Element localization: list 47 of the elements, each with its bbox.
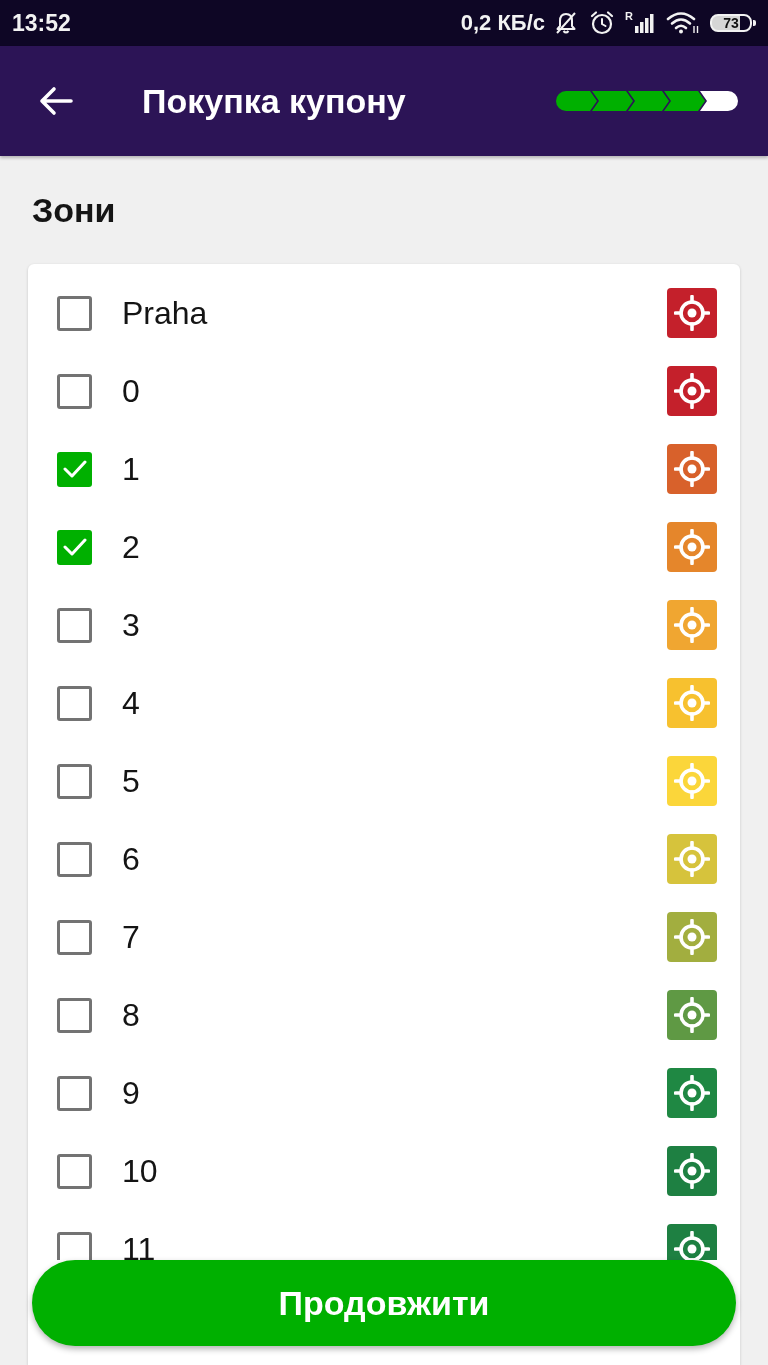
zone-label: 2 xyxy=(122,528,140,566)
signal-icon xyxy=(634,12,656,34)
checkbox[interactable] xyxy=(57,1231,92,1260)
checkbox[interactable] xyxy=(57,607,92,643)
checkbox[interactable] xyxy=(57,1153,92,1189)
zone-label: 3 xyxy=(122,606,140,644)
zone-label: 8 xyxy=(122,996,140,1034)
check-icon xyxy=(62,460,87,478)
target-icon[interactable] xyxy=(667,1224,717,1260)
zone-label: 4 xyxy=(122,684,140,722)
target-icon[interactable] xyxy=(667,366,717,416)
zone-label: 6 xyxy=(122,840,140,878)
checkbox[interactable] xyxy=(57,997,92,1033)
target-icon[interactable] xyxy=(667,288,717,338)
target-icon[interactable] xyxy=(667,990,717,1040)
checkbox[interactable] xyxy=(57,373,92,409)
zone-label: 7 xyxy=(122,918,140,956)
continue-button[interactable]: Продовжити xyxy=(32,1260,736,1346)
checkbox[interactable] xyxy=(57,685,92,721)
zone-label: 0 xyxy=(122,372,140,410)
alarm-clock-icon xyxy=(589,10,616,36)
checkbox[interactable] xyxy=(57,295,92,331)
checkbox[interactable] xyxy=(57,529,92,565)
section-title: Зони xyxy=(32,190,117,230)
target-icon[interactable] xyxy=(667,1068,717,1118)
target-icon[interactable] xyxy=(667,1146,717,1196)
target-icon[interactable] xyxy=(667,522,717,572)
zone-label: 11 xyxy=(122,1230,156,1260)
status-time: 13:52 xyxy=(12,9,71,37)
wifi-icon xyxy=(666,11,700,35)
zone-label: 1 xyxy=(122,450,140,488)
back-button[interactable] xyxy=(38,85,74,117)
zone-label: 5 xyxy=(122,762,140,800)
check-icon xyxy=(62,538,87,556)
roaming-indicator: R xyxy=(625,10,633,22)
checkbox[interactable] xyxy=(57,841,92,877)
screen-title: Покупка купону xyxy=(142,81,406,121)
checkbox[interactable] xyxy=(57,763,92,799)
checkbox[interactable] xyxy=(57,1075,92,1111)
checkbox[interactable] xyxy=(57,451,92,487)
zone-label: 10 xyxy=(122,1152,158,1190)
checkbox[interactable] xyxy=(57,919,92,955)
target-icon[interactable] xyxy=(667,912,717,962)
zone-label: 9 xyxy=(122,1074,140,1112)
zone-label: Praha xyxy=(122,294,208,332)
network-speed: 0,2 КБ/с xyxy=(460,10,546,36)
target-icon[interactable] xyxy=(667,444,717,494)
